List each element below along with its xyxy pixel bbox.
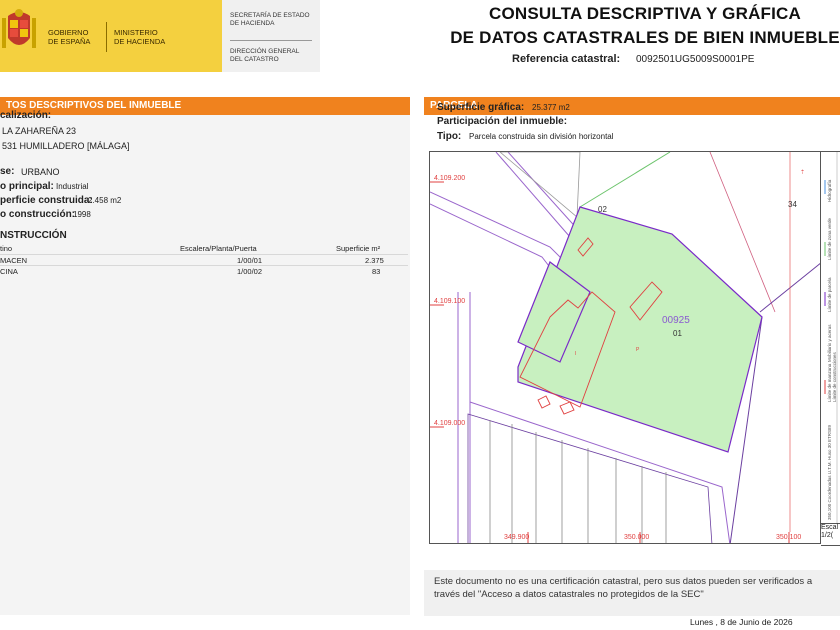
scale-label: Escal [821, 524, 839, 531]
building-small-south-2 [559, 401, 575, 415]
uso-label: o principal: [0, 181, 54, 192]
document-title-line2: DE DATOS CATASTRALES DE BIEN INMUEBLE [450, 28, 840, 47]
direccion-text: DIRECCIÓN GENERAL DEL CATASTRO [230, 48, 300, 63]
ministerio-text: MINISTERIO DE HACIENDA [114, 28, 166, 46]
coord-x2: 350.000 [624, 534, 649, 541]
participacion-label: Participación del inmueble: [437, 116, 568, 127]
clase-label: se: [0, 166, 15, 177]
east-boundary-1 [759, 262, 820, 313]
table-header-destino: tino [0, 244, 13, 253]
map-legend: Hidrografía Límite de zona verde Límite … [821, 151, 840, 524]
descriptive-data-panel: TOS DESCRIPTIVOS DEL INMUEBLE [0, 97, 410, 615]
legend-item-construcciones: Límite de construcciones [832, 351, 837, 402]
tipo-label: Tipo: [437, 131, 462, 142]
parcel-number-label: 01 [673, 329, 682, 338]
address-line2: 531 HUMILLADERO [MÁLAGA] [2, 141, 130, 151]
neighbor-02-label: 02 [598, 205, 607, 214]
logo-divider [106, 22, 107, 52]
legend-item-zona-verde: Límite de zona verde [827, 217, 832, 260]
table-header-escalera: Escalera/Planta/Puerta [180, 244, 257, 253]
construccion-heading: NSTRUCCIÓN [0, 230, 67, 241]
table-row-1-superficie: 2.375 [365, 256, 384, 265]
legend-item-hidrografia: Hidrografía [827, 179, 832, 202]
superficie-label: perficie construida: [0, 195, 93, 206]
parcel-ref-label: 00925 [662, 315, 690, 326]
legend-coord-note: 350,100 Coordenadas U.T.M. Huso 30 ETRS8… [827, 424, 832, 520]
disclaimer-box: Este documento no es una certificación c… [424, 570, 840, 616]
secretaria-divider [230, 40, 312, 41]
anio-label: o construcción: [0, 209, 76, 220]
coord-x1: 349.900 [504, 534, 529, 541]
coord-y3: 4.109.000 [434, 420, 465, 427]
coord-y2: 4.109.100 [434, 298, 465, 305]
government-logo-block: GOBIERNO DE ESPAÑA MINISTERIO DE HACIEND… [0, 0, 222, 72]
document-date: Lunes , 8 de Junio de 2026 [690, 617, 793, 627]
uso-value: Industrial [56, 182, 89, 191]
document-title-line1: CONSULTA DESCRIPTIVA Y GRÁFICA [488, 4, 802, 23]
table-row-rule [0, 265, 408, 266]
building-label-1: I [575, 351, 576, 357]
gobierno-text: GOBIERNO DE ESPAÑA [48, 28, 91, 46]
address-line1: LA ZAHAREÑA 23 [2, 126, 77, 136]
street-edge-north-4 [507, 152, 581, 233]
table-row-1-escalera: 1/00/01 [237, 256, 263, 265]
table-header-superficie: Superficie m² [336, 244, 381, 253]
table-row-2-escalera: 1/00/02 [237, 267, 263, 276]
secretaria-text: SECRETARÍA DE ESTADO DE HACIENDA [230, 12, 310, 27]
descriptive-section-heading: TOS DESCRIPTIVOS DEL INMUEBLE [0, 97, 410, 115]
superficie-value: 2.458 m2 [88, 196, 122, 205]
coat-of-arms-icon [2, 9, 36, 48]
scale-box: Escal 1/2( [821, 523, 840, 546]
cadastral-map-svg: I P ⇡ 4.109.200 4.109.100 4.109.000 349.… [430, 152, 820, 543]
north-arrow: ⇡ [800, 169, 805, 176]
cadastral-map[interactable]: I P ⇡ 4.109.200 4.109.100 4.109.000 349.… [429, 151, 821, 544]
legend-svg: Hidrografía Límite de zona verde Límite … [824, 152, 838, 524]
legend-item-parcela: Límite de parcela [827, 277, 832, 312]
street-edge-north-2 [430, 203, 553, 271]
block-north [499, 152, 581, 218]
clase-value: URBANO [21, 167, 60, 177]
green-zone-line [579, 152, 671, 208]
localizacion-label: calización: [0, 110, 52, 121]
scale-value: 1/2( [821, 532, 834, 539]
superficie-grafica-value: 25.377 m2 [532, 103, 570, 112]
street-edge-north-1 [430, 191, 566, 263]
table-row-2-destino: CINA [0, 267, 18, 276]
coord-x3: 350.100 [776, 534, 801, 541]
table-header-rule [0, 254, 408, 255]
tipo-value: Parcela construida sin división horizont… [469, 132, 614, 141]
building-small-south-1 [537, 395, 551, 409]
superficie-grafica-label: Superficie gráfica: [437, 102, 525, 113]
disclaimer-text: Este documento no es una certificación c… [434, 576, 813, 600]
anio-value: 1998 [73, 210, 91, 219]
ref-label: Referencia catastral: [512, 53, 621, 65]
secretaria-block: SECRETARÍA DE ESTADO DE HACIENDA DIRECCI… [222, 0, 320, 72]
coord-y1: 4.109.200 [434, 175, 465, 182]
street-edge-north-3 [495, 152, 571, 238]
ref-value: 0092501UG5009S0001PE [636, 54, 755, 65]
neighbor-34-label: 34 [788, 200, 797, 209]
table-row-2-superficie: 83 [372, 267, 381, 276]
table-row-1-destino: MACEN [0, 256, 28, 265]
